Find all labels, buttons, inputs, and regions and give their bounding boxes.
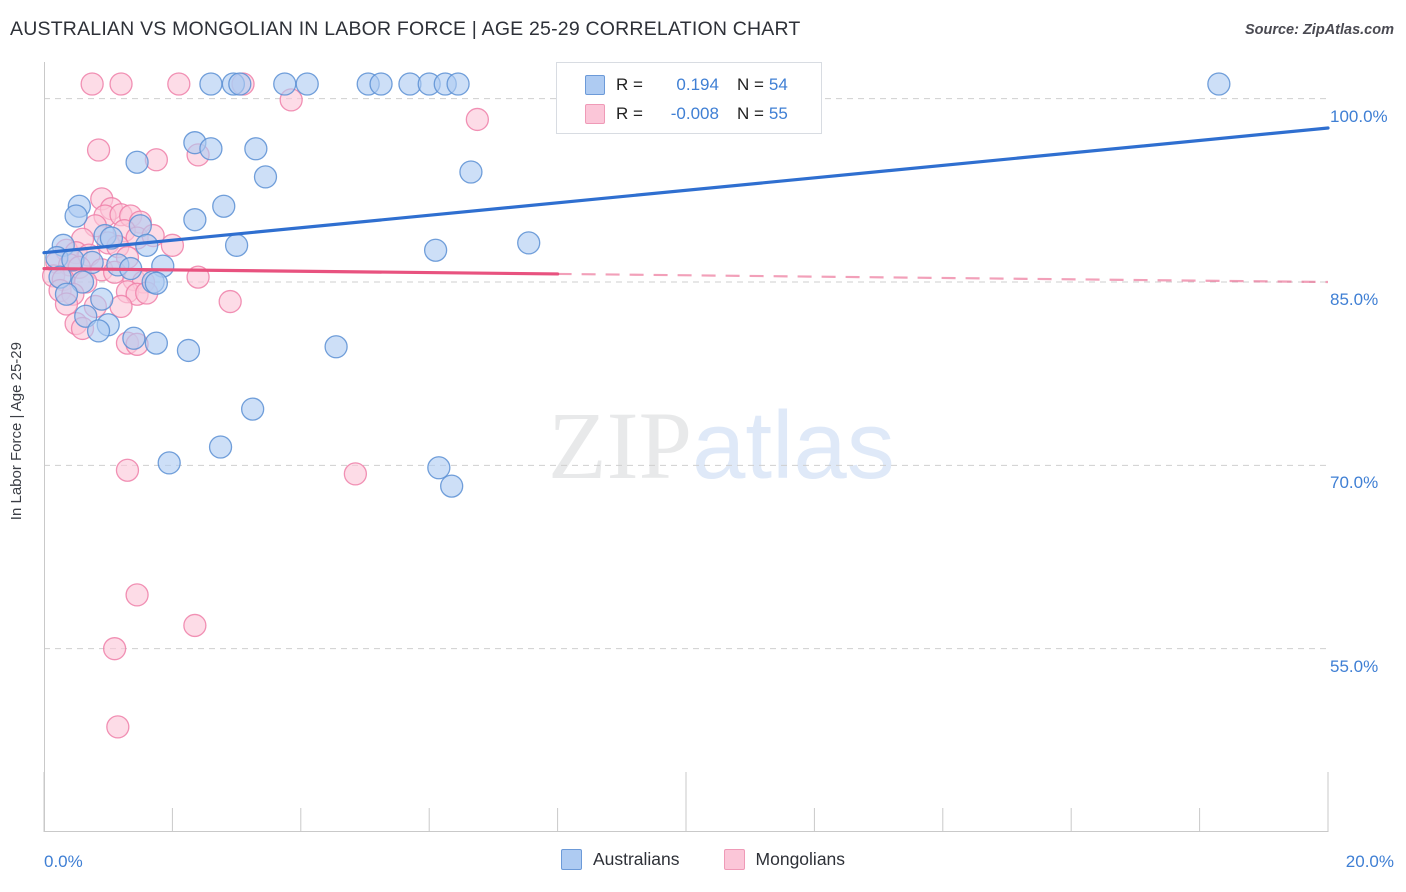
legend-swatch-australians-icon xyxy=(585,74,605,95)
r-label-australians: R = xyxy=(616,74,643,94)
plot-area xyxy=(41,62,1330,832)
r-label-mongolians: R = xyxy=(616,103,643,123)
correlation-row-mongolians: R = -0.008 N = 55 xyxy=(585,99,821,128)
scatter-point xyxy=(218,289,242,314)
scatter-point xyxy=(324,335,348,359)
series-legend-label-mongolians: Mongolians xyxy=(755,849,846,869)
y-axis-tick-label: 70.0% xyxy=(1330,473,1379,493)
scatter-point xyxy=(423,238,448,262)
y-axis-tick-label: 55.0% xyxy=(1330,656,1379,676)
scatter-point xyxy=(253,165,278,189)
scatter-point xyxy=(125,150,149,174)
legend-swatch-mongolians-icon xyxy=(585,103,605,124)
correlation-chart: AUSTRALIAN VS MONGOLIAN IN LABOR FORCE |… xyxy=(0,0,1406,892)
n-value-mongolians: 55 xyxy=(768,103,788,123)
plot-svg xyxy=(41,62,1330,832)
scatter-point xyxy=(160,233,185,257)
y-axis-tick-label: 85.0% xyxy=(1330,290,1379,309)
scatter-point xyxy=(244,137,268,161)
axis-lines xyxy=(44,62,1328,832)
scatter-point xyxy=(1207,72,1231,96)
x-axis-ticks xyxy=(43,772,1329,832)
scatter-point xyxy=(240,397,265,421)
scatter-point xyxy=(208,435,233,459)
scatter-point xyxy=(102,637,127,661)
page-title: AUSTRALIAN VS MONGOLIAN IN LABOR FORCE |… xyxy=(10,18,801,40)
r-value-mongolians: -0.008 xyxy=(670,103,719,123)
scatter-point xyxy=(446,72,470,96)
scatter-point xyxy=(86,138,111,162)
scatter-point xyxy=(157,451,181,475)
scatter-point xyxy=(465,107,490,132)
scatter-point xyxy=(80,72,104,96)
scatter-point xyxy=(64,204,88,228)
scatter-point xyxy=(54,282,79,306)
scatter-point xyxy=(128,214,152,238)
scatter-point xyxy=(90,287,114,311)
scatter-point xyxy=(144,148,168,172)
scatter-point xyxy=(86,319,111,343)
source-label: Source: ZipAtlas.com xyxy=(1244,22,1394,38)
scatter-point xyxy=(183,613,207,638)
scatter-point xyxy=(224,233,249,257)
scatter-point xyxy=(144,271,168,295)
scatter-point xyxy=(199,137,223,161)
scatter-point xyxy=(273,72,297,96)
scatter-point xyxy=(295,72,319,96)
series-legend: Australians Mongolians xyxy=(0,849,1406,870)
trendline-australians xyxy=(42,126,1330,255)
trendline-mongolians-dashed xyxy=(557,272,1329,284)
n-label-australians: N = xyxy=(736,74,764,94)
scatter-point xyxy=(125,583,149,607)
series-legend-label-australians: Australians xyxy=(592,849,680,869)
scatter-points-australians xyxy=(45,72,1231,498)
y-axis-tick-label: 100.0% xyxy=(1330,106,1388,126)
scatter-point xyxy=(343,462,368,486)
n-value-australians: 54 xyxy=(768,74,788,94)
scatter-point xyxy=(167,72,191,96)
y-axis-title: In Labor Force | Age 25-29 xyxy=(8,342,25,521)
correlation-row-australians: R = 0.194 N = 54 xyxy=(585,70,821,99)
scatter-point xyxy=(183,208,207,232)
r-value-australians: 0.194 xyxy=(676,74,719,94)
scatter-point xyxy=(144,331,168,355)
scatter-point xyxy=(176,338,201,363)
n-label-mongolians: N = xyxy=(736,103,764,123)
correlation-legend: R = 0.194 N = 54 R = -0.008 N = 55 xyxy=(556,62,822,134)
scatter-point xyxy=(517,231,541,255)
scatter-point xyxy=(122,326,146,350)
series-swatch-australians-icon xyxy=(560,849,582,870)
series-legend-item-australians[interactable]: Australians xyxy=(560,849,680,870)
scatter-point xyxy=(199,72,223,96)
series-legend-item-mongolians[interactable]: Mongolians xyxy=(723,849,846,870)
scatter-point xyxy=(440,474,464,498)
scatter-point xyxy=(115,458,140,482)
scatter-point xyxy=(135,233,159,257)
gridlines xyxy=(44,98,1328,650)
scatter-point xyxy=(427,456,451,480)
scatter-point xyxy=(109,72,133,96)
scatter-point xyxy=(212,194,236,218)
scatter-point xyxy=(369,72,393,96)
scatter-point xyxy=(459,160,483,184)
series-swatch-mongolians-icon xyxy=(723,849,745,870)
scatter-point xyxy=(228,72,252,96)
trendlines xyxy=(42,126,1330,284)
scatter-point xyxy=(106,715,130,739)
